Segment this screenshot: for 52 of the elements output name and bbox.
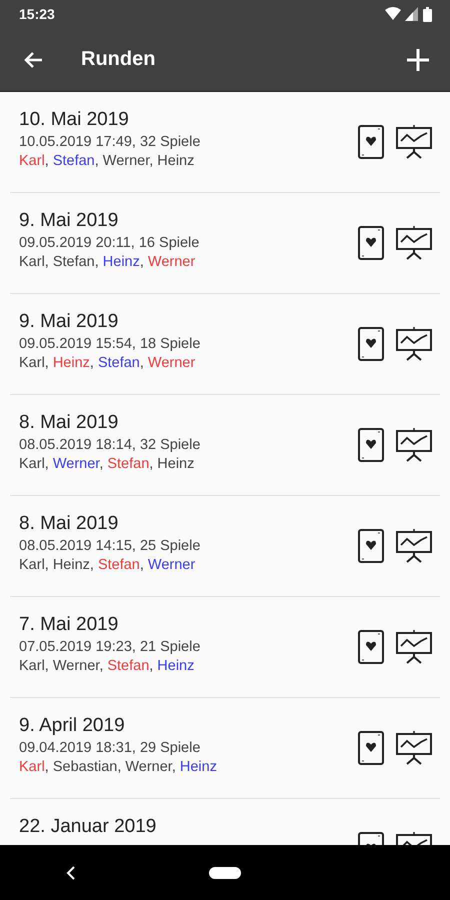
screen-title: Runden <box>81 48 156 71</box>
home-handle[interactable] <box>208 866 241 878</box>
player-list: Karl, Werner, Stefan, Heinz <box>19 658 358 674</box>
heart-card-icon[interactable] <box>358 226 384 260</box>
round-date: 8. Mai 2019 <box>19 513 120 535</box>
heart-card-icon[interactable] <box>358 529 384 563</box>
chart-presentation-icon[interactable] <box>396 125 432 159</box>
heart-card-icon[interactable] <box>358 731 384 765</box>
battery-icon <box>423 6 432 22</box>
player-list: Karl, Werner, Stefan, Heinz <box>19 456 358 472</box>
chart-presentation-icon[interactable] <box>396 327 432 361</box>
round-details: 09.05.2019 15:54, 18 Spiele <box>19 336 202 352</box>
player-list: Karl, Stefan, Werner, Heinz <box>19 153 358 169</box>
round-item[interactable]: 9. April 2019 09.04.2019 18:31, 29 Spiele Karl, Sebastian, Werner, Heinz <box>10 698 440 799</box>
heart-card-icon[interactable] <box>358 630 384 664</box>
heart-card-icon[interactable] <box>358 428 384 462</box>
player-list: Karl, Stefan, Heinz, Werner <box>19 254 358 270</box>
player-list: Karl, Sebastian, Werner, Heinz <box>19 759 358 775</box>
player-list: Karl, Heinz, Stefan, Werner <box>19 355 358 371</box>
round-details: 10.05.2019 17:49, 32 Spiele <box>19 134 202 150</box>
round-item[interactable]: 9. Mai 2019 09.05.2019 15:54, 18 Spiele Karl, Heinz, Stefan, Werner <box>10 294 440 395</box>
round-date: 9. Mai 2019 <box>19 311 120 333</box>
back-arrow-icon <box>23 50 43 68</box>
round-details: 08.05.2019 18:14, 32 Spiele <box>19 437 202 453</box>
chart-presentation-icon[interactable] <box>396 630 432 664</box>
round-date: 7. Mai 2019 <box>19 614 120 636</box>
round-item[interactable]: 8. Mai 2019 08.05.2019 18:14, 32 Spiele Karl, Werner, Stefan, Heinz <box>10 395 440 496</box>
heart-card-icon[interactable] <box>358 327 384 361</box>
signal-icon <box>405 7 419 21</box>
plus-icon <box>406 48 430 72</box>
chart-presentation-icon[interactable] <box>396 529 432 563</box>
wifi-icon <box>385 7 401 21</box>
round-date: 9. April 2019 <box>19 715 126 737</box>
heart-card-icon[interactable] <box>358 125 384 159</box>
round-item[interactable]: 10. Mai 2019 10.05.2019 17:49, 32 Spiele Karl, Stefan, Werner, Heinz <box>10 92 440 193</box>
back-nav-icon[interactable] <box>66 866 76 880</box>
player-list: Karl, Heinz, Stefan, Werner <box>19 557 358 573</box>
round-details: 09.05.2019 20:11, 16 Spiele <box>19 235 200 251</box>
chart-presentation-icon[interactable] <box>396 428 432 462</box>
round-details: 08.05.2019 14:15, 25 Spiele <box>19 538 202 554</box>
round-details: 09.04.2019 18:31, 29 Spiele <box>19 740 202 756</box>
chart-presentation-icon[interactable] <box>396 731 432 765</box>
round-date: 9. Mai 2019 <box>19 210 120 232</box>
round-item[interactable]: 9. Mai 2019 09.05.2019 20:11, 16 Spiele Karl, Stefan, Heinz, Werner <box>10 193 440 294</box>
chart-presentation-icon[interactable] <box>396 226 432 260</box>
status-time: 15:23 <box>19 6 55 22</box>
round-date: 8. Mai 2019 <box>19 412 120 434</box>
round-date: 22. Januar 2019 <box>19 816 158 838</box>
round-date: 10. Mai 2019 <box>19 109 130 131</box>
round-item[interactable]: 7. Mai 2019 07.05.2019 19:23, 21 Spiele Karl, Werner, Stefan, Heinz <box>10 597 440 698</box>
round-details: 07.05.2019 19:23, 21 Spiele <box>19 639 202 655</box>
round-item[interactable]: 8. Mai 2019 08.05.2019 14:15, 25 Spiele Karl, Heinz, Stefan, Werner <box>10 496 440 597</box>
